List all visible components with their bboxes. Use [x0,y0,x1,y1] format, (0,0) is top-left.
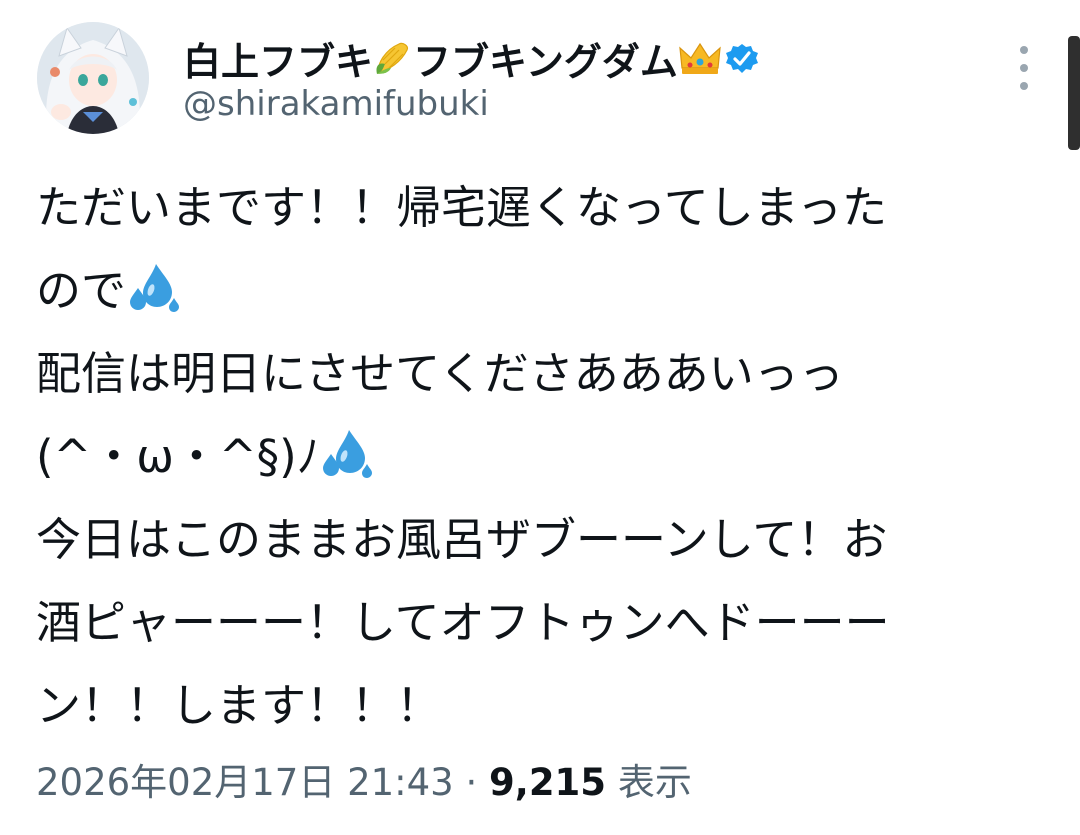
tweet-line: 酒ピャーーー！してオフトゥンへドーーー [36,596,890,649]
tweet-line: 配信は明日にさせてくださあああいっっ [36,347,844,400]
more-dot-icon [1020,46,1028,54]
meta-separator: · [453,761,490,804]
author-name-row[interactable]: 白上フブキ フブキングダム [183,28,760,88]
tweet-text: ただいまです！！帰宅遅くなってしまった ので 配信は明日にさせてくださあああいっ… [36,166,1026,747]
avatar-image [37,22,149,134]
more-options-button[interactable] [1012,46,1036,90]
tweet-line: ので [36,249,1026,332]
avatar[interactable] [37,22,149,134]
tweet-line: (^・ω・^§)ﾉ [36,415,1026,498]
author-handle[interactable]: @shirakamifubuki [183,84,489,124]
tweet-timestamp[interactable]: 2026年02月17日 21:43 [36,761,454,804]
more-dot-icon [1020,64,1028,72]
tweet-line: ただいまです！！帰宅遅くなってしまった [36,181,887,234]
crown-icon [678,38,721,78]
tweet-meta: 2026年02月17日 21:43 · 9,215 表示 [36,752,692,806]
sweat-droplets-icon [126,257,180,312]
sweat-droplets-icon [319,423,373,478]
more-dot-icon [1020,82,1028,90]
corn-icon [373,38,413,78]
display-name-part2: フブキングダム [413,39,678,84]
tweet-line: ン！！します！！！ [36,679,442,732]
views-count[interactable]: 9,215 [489,761,606,804]
scrollbar[interactable] [1068,36,1080,150]
display-name-part1: 白上フブキ [183,39,374,84]
tweet: 白上フブキ フブキングダム @shirakamifubuki ただいまです！！帰… [0,0,1080,835]
verified-badge-icon[interactable] [724,40,760,76]
views-label: 表示 [606,761,692,804]
tweet-line: 今日はこのままお風呂ザブーーンして！お [36,513,888,566]
